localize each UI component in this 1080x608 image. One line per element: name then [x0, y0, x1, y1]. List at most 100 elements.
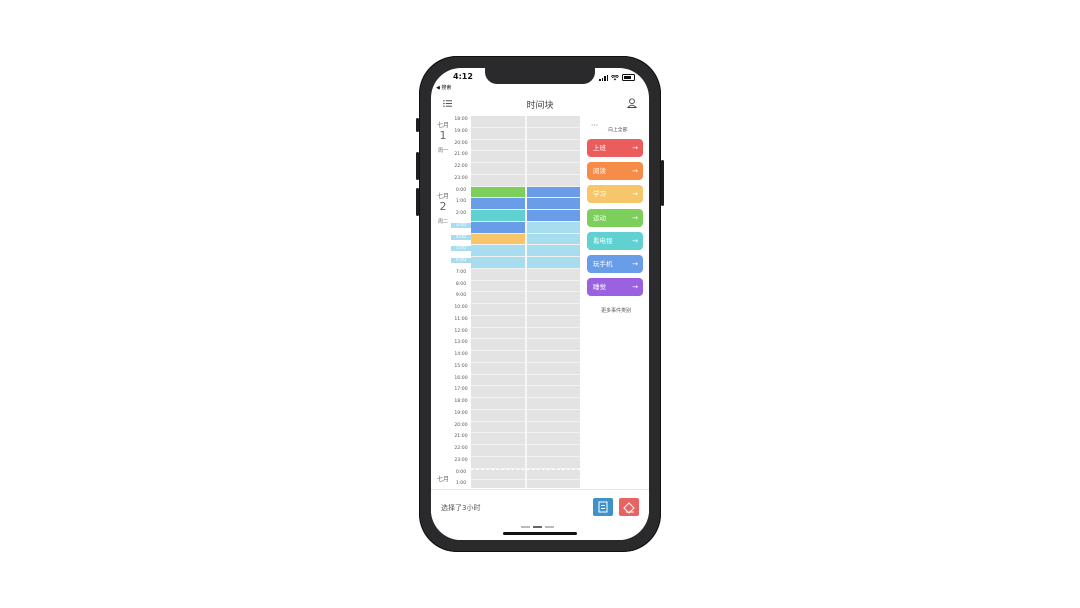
back-to-search-link[interactable]: ◀ 搜索	[436, 84, 451, 91]
event-button[interactable]: 睡觉 →	[587, 278, 643, 297]
time-block[interactable]	[526, 233, 580, 246]
time-slot[interactable]	[526, 433, 580, 445]
time-slot[interactable]	[471, 351, 525, 363]
user-icon[interactable]	[627, 98, 637, 108]
time-slot[interactable]	[526, 445, 580, 457]
time-label: 20:00	[454, 422, 468, 428]
time-slot[interactable]	[471, 116, 525, 128]
time-slot[interactable]	[471, 445, 525, 457]
time-label: 11:00	[454, 316, 468, 322]
time-slot[interactable]	[471, 469, 525, 481]
time-slot[interactable]	[526, 328, 580, 340]
time-slot[interactable]	[471, 433, 525, 445]
event-label: 运动	[593, 213, 606, 222]
time-slot[interactable]	[471, 386, 525, 398]
time-slot[interactable]	[526, 116, 580, 128]
time-slot[interactable]	[526, 163, 580, 175]
time-slot[interactable]	[526, 386, 580, 398]
time-block[interactable]	[471, 198, 525, 210]
time-slot[interactable]	[526, 375, 580, 387]
time-slot[interactable]	[471, 304, 525, 316]
time-slot[interactable]	[526, 175, 580, 187]
time-slot[interactable]	[526, 363, 580, 375]
time-slot[interactable]	[526, 140, 580, 152]
time-slot[interactable]	[471, 140, 525, 152]
event-button[interactable]: 运动 →	[587, 208, 643, 227]
time-grid[interactable]	[471, 116, 580, 492]
time-label: 7:00	[455, 269, 467, 275]
time-slot[interactable]	[471, 281, 525, 293]
event-label: 看电视	[593, 236, 613, 245]
time-slot[interactable]	[526, 304, 580, 316]
event-button[interactable]: 学习 →	[587, 185, 643, 204]
time-block[interactable]	[526, 186, 580, 199]
time-block[interactable]	[471, 233, 525, 246]
time-label: 23:00	[454, 175, 468, 181]
time-slot[interactable]	[471, 363, 525, 375]
time-label: 3:00	[451, 222, 471, 228]
status-icons	[599, 74, 635, 81]
event-button[interactable]: 玩手机 →	[587, 255, 643, 273]
time-slot[interactable]	[526, 457, 580, 469]
time-slot[interactable]	[526, 269, 580, 281]
time-block[interactable]	[526, 257, 580, 269]
time-block[interactable]	[471, 257, 525, 269]
time-slot[interactable]	[471, 175, 525, 187]
time-block[interactable]	[471, 210, 525, 222]
time-slot[interactable]	[526, 281, 580, 293]
time-slot[interactable]	[471, 457, 525, 469]
arrow-right-icon: →	[632, 167, 638, 176]
time-slot[interactable]	[471, 292, 525, 304]
page-indicator	[521, 526, 554, 528]
time-slot[interactable]	[471, 328, 525, 340]
time-label: 8:00	[455, 281, 467, 287]
time-slot[interactable]	[526, 398, 580, 410]
event-button[interactable]: 阅读 →	[587, 162, 643, 181]
time-label: 18:00	[454, 399, 468, 404]
time-slot[interactable]	[471, 163, 525, 175]
time-block[interactable]	[471, 245, 525, 257]
time-label: 0:00	[455, 187, 467, 193]
more-categories-link[interactable]: 更多事件类别	[583, 307, 649, 314]
eraser-icon	[623, 502, 635, 514]
time-slot[interactable]	[526, 292, 580, 304]
time-slot[interactable]	[471, 375, 525, 387]
time-label: 1:00	[455, 199, 467, 205]
time-block[interactable]	[526, 210, 580, 222]
time-slot[interactable]	[471, 410, 525, 422]
event-label: 上班	[593, 144, 606, 152]
event-button[interactable]: 看电视 →	[587, 231, 643, 250]
time-slot[interactable]	[526, 151, 580, 163]
time-block[interactable]	[526, 245, 580, 257]
time-slot[interactable]	[526, 316, 580, 328]
time-slot[interactable]	[526, 410, 580, 422]
confirm-button[interactable]	[593, 498, 613, 516]
time-label: 13:00	[454, 340, 468, 346]
time-slot[interactable]	[471, 128, 525, 140]
time-slot[interactable]	[471, 339, 525, 351]
notch	[485, 68, 595, 84]
collapse-all-button[interactable]: ˇˇˇ 向上全部	[591, 126, 649, 133]
time-slot[interactable]	[471, 398, 525, 410]
time-slot[interactable]	[526, 128, 580, 140]
time-block[interactable]	[526, 221, 580, 234]
time-slot[interactable]	[526, 339, 580, 351]
clear-button[interactable]	[619, 498, 639, 516]
time-label: 15:00	[454, 363, 468, 369]
time-slot[interactable]	[471, 422, 525, 434]
time-label: 0:00	[455, 469, 467, 475]
time-slot[interactable]	[526, 351, 580, 363]
time-slot[interactable]	[526, 469, 580, 481]
app-screen: 4:12 ◀ 搜索 时间块 七月 1 周一 七月 2 周二 七月 18:00 19…	[431, 68, 649, 540]
time-slot[interactable]	[526, 422, 580, 434]
time-block[interactable]	[471, 186, 525, 199]
time-label: 14:00	[454, 352, 468, 357]
time-block[interactable]	[526, 198, 580, 210]
arrow-right-icon: →	[632, 236, 638, 245]
time-block[interactable]	[471, 221, 525, 234]
time-slot[interactable]	[471, 269, 525, 281]
time-slot[interactable]	[471, 151, 525, 163]
event-panel: ˇˇˇ 向上全部 上班 → 阅读 → 学习 → 运动 → 看电视 → 玩手机 → 睡觉 → 更多事件类别	[583, 120, 649, 370]
event-button[interactable]: 上班 →	[587, 139, 643, 157]
time-slot[interactable]	[471, 316, 525, 328]
